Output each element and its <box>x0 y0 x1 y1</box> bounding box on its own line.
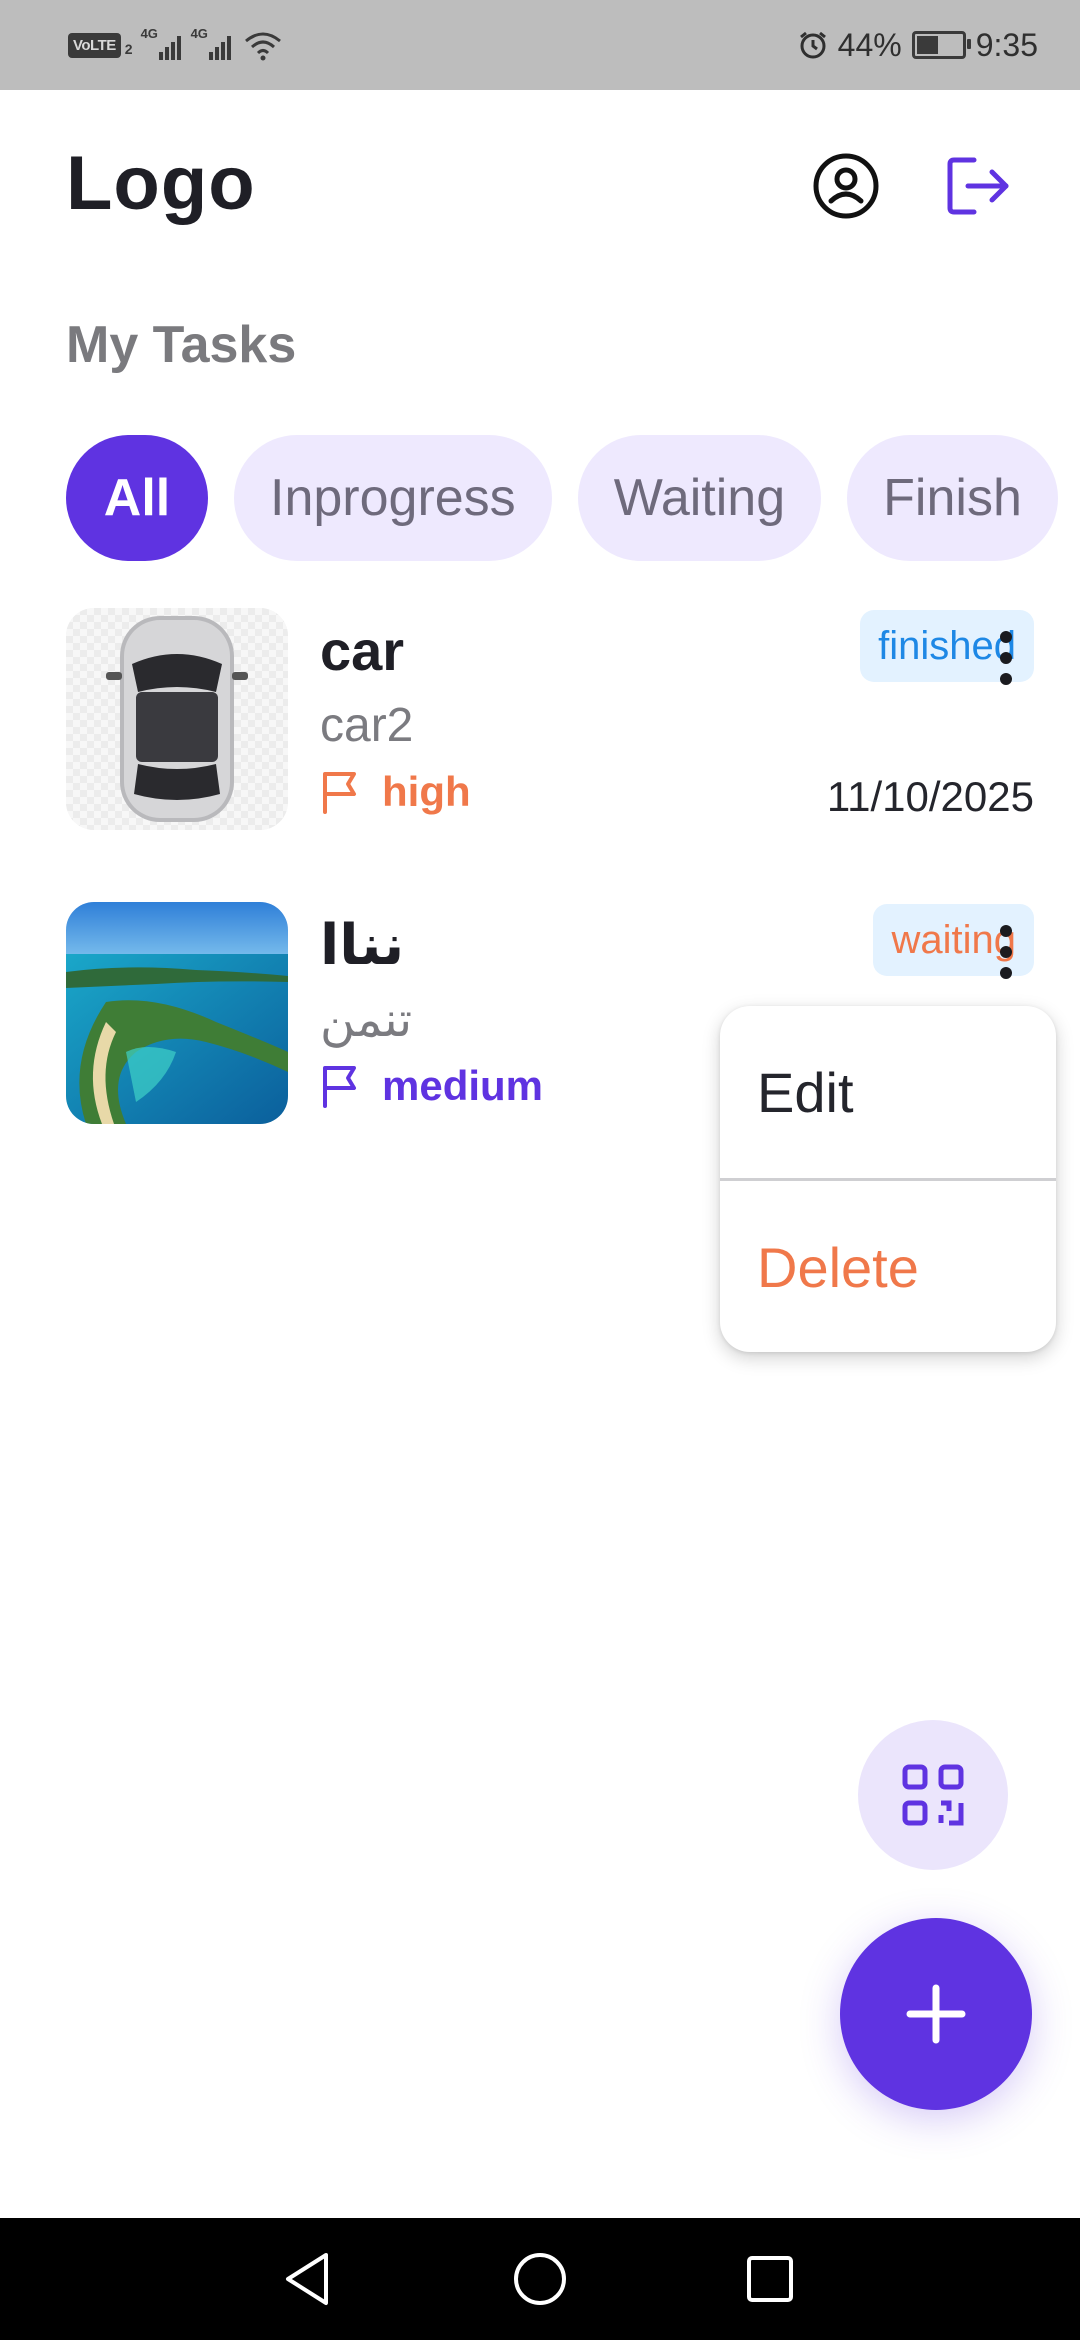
island-image <box>66 902 288 1124</box>
status-right: 44% 9:35 <box>798 22 1038 68</box>
flag-icon <box>323 772 356 814</box>
filter-chips: All Inprogress Waiting Finish <box>66 435 1058 561</box>
filter-chip-inprogress[interactable]: Inprogress <box>234 435 552 561</box>
more-options-button[interactable] <box>976 618 1036 698</box>
task-image <box>66 608 288 830</box>
task-context-menu: Edit Delete <box>720 1006 1056 1352</box>
battery-percent: 44% <box>837 26 902 63</box>
delete-menu-item[interactable]: Delete <box>720 1181 1056 1352</box>
battery-icon <box>911 31 971 59</box>
task-description: car2 <box>320 699 414 752</box>
more-vert-icon <box>1000 925 1012 937</box>
more-options-button[interactable] <box>976 912 1036 992</box>
logout-icon <box>947 157 1009 215</box>
priority-label: medium <box>382 1062 544 1109</box>
filter-chip-finish[interactable]: Finish <box>847 435 1058 561</box>
task-date: 11/10/2025 <box>826 773 1034 820</box>
flag-icon <box>323 1066 356 1108</box>
clock: 9:35 <box>975 26 1038 63</box>
task-title: car <box>320 619 405 682</box>
filter-chip-all[interactable]: All <box>66 435 208 561</box>
recents-icon <box>747 2256 793 2302</box>
task-priority: medium <box>320 1062 543 1110</box>
sim-slot-label: 2 <box>124 41 133 57</box>
add-task-button[interactable] <box>840 1918 1032 2110</box>
battery-fill <box>916 36 938 54</box>
nav-home-button[interactable] <box>500 2242 580 2316</box>
qr-code-icon <box>902 1764 964 1826</box>
system-nav-bar <box>0 2218 1080 2340</box>
more-vert-icon <box>1000 631 1012 643</box>
scan-qr-button[interactable] <box>858 1720 1008 1870</box>
priority-label: high <box>382 768 471 815</box>
volte-icon: VoLTE <box>68 32 121 58</box>
edit-menu-item[interactable]: Edit <box>720 1006 1056 1178</box>
car-image <box>66 608 288 830</box>
section-title: My Tasks <box>66 316 297 374</box>
signal-icon: 4G <box>191 26 233 60</box>
task-image <box>66 902 288 1124</box>
back-icon <box>286 2253 328 2305</box>
alarm-icon <box>799 31 826 59</box>
status-left: VoLTE 2 4G 4G <box>68 22 283 68</box>
logout-button[interactable] <box>938 146 1018 226</box>
task-description: تنمن <box>320 994 413 1047</box>
task-priority: high <box>320 768 471 816</box>
profile-icon <box>813 153 879 219</box>
nav-back-button[interactable] <box>268 2242 348 2316</box>
task-title: نناا <box>320 913 405 976</box>
filter-chip-waiting[interactable]: Waiting <box>577 435 822 561</box>
plus-icon <box>906 1984 966 2044</box>
status-bar: VoLTE 2 4G 4G 44% 9:35 <box>0 0 1080 90</box>
network-type-label: 4G <box>140 26 158 41</box>
home-icon <box>514 2253 566 2305</box>
app-logo: Logo <box>66 141 256 226</box>
nav-recents-button[interactable] <box>730 2242 810 2316</box>
task-card[interactable]: car car2 high finished 11/10/2025 <box>66 608 1046 830</box>
signal-icon: 4G <box>141 26 183 60</box>
wifi-icon <box>244 32 281 61</box>
profile-button[interactable] <box>806 146 886 226</box>
network-type-label: 4G <box>190 26 208 41</box>
